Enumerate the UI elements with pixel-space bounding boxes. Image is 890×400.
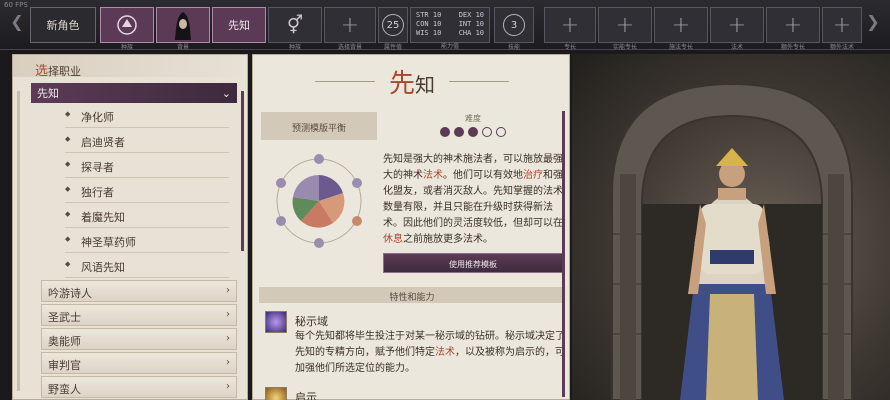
skill-points-value: 3 <box>503 14 525 36</box>
chevron-right-icon: › <box>226 357 230 368</box>
race-tile-label: 种族 <box>120 44 133 51</box>
role-wheel <box>276 154 362 248</box>
class-title: 先知 <box>315 63 509 103</box>
role-icon <box>276 216 286 226</box>
class-item[interactable]: 野蛮人 › <box>41 376 237 398</box>
class-item[interactable]: 圣武士 › <box>41 304 237 326</box>
feature-description: 每个先知都将毕生投注于对某一秘示域的钻研。秘示域决定了先知的专精方向，赋予他们特… <box>295 331 565 374</box>
difficulty-dot <box>468 127 478 137</box>
subclass-item[interactable]: 着魔先知 <box>65 203 229 228</box>
subclass-list: 净化师 启迪贤者 探寻者 独行者 着魔先知 神圣草药师 风语先知 <box>65 103 229 278</box>
chevron-right-icon: › <box>226 381 230 392</box>
subclass-item[interactable]: 风语先知 <box>65 253 229 278</box>
corner-ornament-left: ❮ <box>10 12 24 31</box>
chevron-down-icon: ⌄ <box>221 86 231 100</box>
plus-icon: + <box>727 12 747 38</box>
role-icon <box>314 154 324 164</box>
portrait-tile[interactable]: 背景 <box>156 7 210 51</box>
class-item[interactable]: 吟游诗人 › <box>41 280 237 302</box>
class-description: 先知是强大的神术施法者，可以施放最强大的神术法术。他们可以有效地治疗和强化盟友，… <box>383 154 563 245</box>
class-list-scrollbar[interactable] <box>17 91 20 391</box>
plus-icon: + <box>783 12 803 38</box>
skill-points-label: 技能 <box>507 44 520 51</box>
plus-icon: + <box>832 12 852 38</box>
class-tile[interactable]: 先知 <box>212 7 266 43</box>
portrait-tile-label: 背景 <box>176 44 189 51</box>
gender-tile-label: 种族 <box>288 44 301 51</box>
background-slot-label: 选择背景 <box>337 44 362 51</box>
role-icon <box>352 216 362 226</box>
subclass-item[interactable]: 净化师 <box>65 103 229 128</box>
use-recommended-preset-button[interactable]: 使用推荐模板 <box>383 253 563 273</box>
feature-title: 秘示域 <box>295 315 328 328</box>
corner-ornament-right: ❯ <box>866 12 880 31</box>
role-icon <box>276 178 286 188</box>
chevron-right-icon: › <box>226 309 230 320</box>
plus-icon: + <box>560 12 580 38</box>
attribute-points-value: 25 <box>382 14 404 36</box>
attribute-points-slot[interactable]: 25 属性值 <box>378 7 408 51</box>
bonus-spell-slot[interactable]: + 额外法术 <box>822 7 862 51</box>
difficulty-dot <box>440 127 450 137</box>
class-item[interactable]: 奥能师 › <box>41 328 237 350</box>
attribute-points-label: 属性值 <box>383 44 402 51</box>
plus-icon: + <box>340 12 360 38</box>
caster-feat-slot[interactable]: + 施法专长 <box>654 7 708 51</box>
preset-header: 预测模版平衡 <box>261 112 377 140</box>
race-tile[interactable]: 种族 <box>100 7 154 51</box>
difficulty-dot <box>496 127 506 137</box>
feature-title: 启示 <box>295 391 317 400</box>
race-emblem-icon <box>117 15 137 35</box>
difficulty-dot <box>482 127 492 137</box>
class-item[interactable]: 审判官 › <box>41 352 237 374</box>
gender-tile[interactable]: ⚥ 种族 <box>268 7 322 51</box>
difficulty-dots <box>383 127 563 137</box>
class-detail-panel: 先知 预测模版平衡 难度 先知是强大的神术施法者，可以施放最强大的神术法术。他们… <box>252 54 570 400</box>
class-list-scroll-thumb[interactable] <box>241 91 244 251</box>
revelation-icon <box>265 387 287 400</box>
difficulty-meter: 难度 <box>383 113 563 137</box>
hooded-figure-icon <box>175 12 191 40</box>
feat-slot[interactable]: + 专长 <box>544 7 596 51</box>
ability-scores-panel[interactable]: STR 10 DEX 10 CON 10 INT 10 WIS 10 CHA 10 能… <box>410 7 490 50</box>
bonus-feat-slot[interactable]: + 额外专长 <box>766 7 820 51</box>
fps-counter: 60 FPS <box>4 1 28 9</box>
chevron-right-icon: › <box>226 333 230 344</box>
ability-scores-label: 能力值 <box>440 43 459 50</box>
skill-points-slot[interactable]: 3 技能 <box>494 7 534 51</box>
class-item-selected[interactable]: 先知 ⌄ <box>31 83 237 103</box>
gender-icon: ⚥ <box>286 14 304 36</box>
top-bar: 60 FPS ❮ ❯ 新角色 种族 背景 先知 ⚥ 种族 + 选择背景 25 属… <box>0 0 890 51</box>
subclass-item[interactable]: 探寻者 <box>65 153 229 178</box>
plus-icon: + <box>671 12 691 38</box>
class-list-panel: 选择职业 先知 ⌄ 净化师 启迪贤者 探寻者 独行者 着魔先知 神圣草药师 风语… <box>12 54 248 400</box>
subclass-item[interactable]: 神圣草药师 <box>65 228 229 253</box>
mythic-feat-slot[interactable]: + 实能专长 <box>598 7 652 51</box>
plus-icon: + <box>615 12 635 38</box>
new-character-button[interactable]: 新角色 <box>30 7 96 43</box>
subclass-item[interactable]: 独行者 <box>65 178 229 203</box>
class-list-header: 选择职业 <box>13 55 247 79</box>
character-portrait <box>572 54 890 400</box>
role-icon <box>314 238 324 248</box>
features-header: 特性和能力 <box>259 287 565 303</box>
subclass-item[interactable]: 启迪贤者 <box>65 128 229 153</box>
difficulty-dot <box>454 127 464 137</box>
role-icon <box>352 178 362 188</box>
chevron-right-icon: › <box>226 285 230 296</box>
detail-scrollbar[interactable] <box>562 111 565 397</box>
background-slot[interactable]: + 选择背景 <box>324 7 376 51</box>
difficulty-label: 难度 <box>465 114 481 123</box>
mystery-icon <box>265 311 287 333</box>
spell-slot[interactable]: + 法术 <box>710 7 764 51</box>
